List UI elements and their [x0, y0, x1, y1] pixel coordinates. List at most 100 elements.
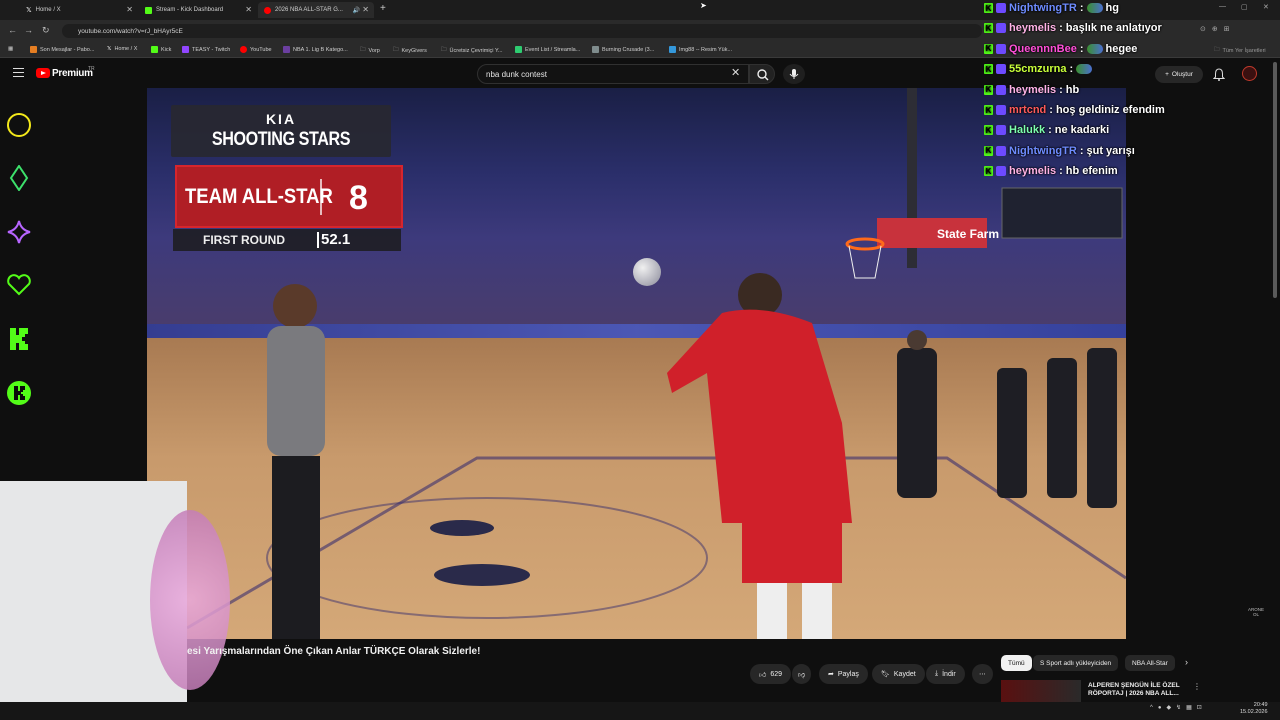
thumbs-down-icon: 👎︎	[798, 671, 806, 679]
download-button[interactable]: ⤓ İndir	[926, 664, 965, 684]
tab-youtube-video[interactable]: 2026 NBA ALL-STAR G... 🔊 ✕	[258, 2, 374, 18]
basketball	[633, 258, 661, 286]
chat-username[interactable]: NightwingTR	[1009, 2, 1077, 14]
user-badge-icon	[996, 23, 1006, 34]
chat-username[interactable]: heymelis	[1009, 165, 1056, 177]
recommended-thumbnail[interactable]	[1001, 680, 1081, 704]
apps-icon[interactable]: ▦	[8, 46, 13, 52]
chevron-right-icon[interactable]: ›	[1185, 657, 1188, 667]
bookmark-item[interactable]: Img88 -- Resim Yük...	[669, 46, 732, 53]
chat-separator: :	[1069, 63, 1074, 76]
more-actions-button[interactable]: ⋯	[972, 664, 993, 684]
chat-username[interactable]: 55cmzurna	[1009, 63, 1066, 75]
save-button[interactable]: 🔖︎ Kaydet	[872, 664, 925, 684]
url-field[interactable]: youtube.com/watch?v=rJ_bHAyr5cE	[62, 24, 982, 38]
video-player[interactable]: State Farm KIA SHOOTING STARS TEAM ALL-S…	[147, 88, 1126, 639]
chat-text: hb	[1065, 83, 1080, 96]
bookmark-item[interactable]: 🗀 Vorp	[360, 46, 380, 55]
tray-icons[interactable]: ^●◆↯▦⊡	[1150, 704, 1207, 711]
hamburger-menu-icon[interactable]	[13, 68, 24, 77]
chat-message: K NightwingTR: şut yarışı	[984, 143, 1135, 159]
kick-logo-icon	[10, 328, 28, 350]
chip-uploader[interactable]: S Sport adlı yükleyiciden	[1033, 655, 1119, 671]
more-icon: ⋯	[979, 671, 986, 678]
youtube-icon	[240, 46, 247, 53]
like-button[interactable]: 👍︎ 629	[750, 664, 792, 684]
like-count: 629	[770, 670, 783, 678]
diamond-icon	[9, 165, 29, 191]
close-icon[interactable]: ✕	[362, 5, 369, 14]
chat-text: başlık ne anlatıyor	[1065, 22, 1162, 35]
bookmark-item[interactable]: Kick	[151, 46, 171, 53]
bookmark-item[interactable]: Burning Crusade (3...	[592, 46, 654, 53]
search-query: nba dunk contest	[486, 69, 547, 79]
team-name: TEAM ALL-STAR	[185, 185, 333, 208]
user-badge-icon	[996, 105, 1006, 115]
reload-icon[interactable]: ↻	[42, 25, 50, 36]
x-icon: 𝕏	[26, 7, 32, 14]
recommended-title[interactable]: ALPEREN ŞENGÜN İLE ÖZEL RÖPORTAJ | 2026 …	[1088, 682, 1184, 698]
bookmark-favicon-icon	[283, 46, 290, 53]
chat-username[interactable]: mrtcnd	[1009, 104, 1046, 116]
chat-message: Kheymelis: hb efenim	[984, 163, 1118, 179]
chip-all[interactable]: Tümü	[1001, 655, 1032, 671]
clear-search-icon[interactable]: ✕	[731, 66, 740, 79]
bookmark-item[interactable]: 🗀 Ücretsiz Çevrimiçi Y...	[441, 46, 503, 55]
kick-badge-icon: K	[984, 105, 993, 115]
kebab-menu-icon[interactable]: ⋮	[1193, 682, 1201, 691]
score-divider	[320, 179, 322, 215]
bookmark-item[interactable]: YouTube	[240, 46, 272, 53]
cursor-icon: ➤	[700, 1, 707, 10]
close-icon[interactable]: ✕	[245, 5, 252, 14]
chat-username[interactable]: QueennnBee	[1009, 43, 1077, 55]
youtube-logo-icon[interactable]	[36, 68, 50, 78]
bookmark-item[interactable]: NBA 1. Lig B Katego...	[283, 46, 348, 53]
chat-separator: :	[1079, 144, 1084, 157]
folder-icon: 🗀	[393, 47, 399, 53]
microphone-icon	[789, 69, 799, 79]
chat-username[interactable]: heymelis	[1009, 84, 1056, 96]
kick-badge-icon: K	[984, 145, 993, 156]
bookmark-item[interactable]: Son Mesajlar - Pabo...	[30, 46, 94, 53]
tab-kick-dashboard[interactable]: Stream - Kick Dashboard ✕	[139, 2, 257, 18]
team-score-box: TEAM ALL-STAR 8	[175, 165, 403, 228]
user-badge-icon	[996, 3, 1006, 13]
youtube-brand[interactable]: Premium	[52, 68, 93, 79]
url-text: youtube.com/watch?v=rJ_bHAyr5cE	[78, 27, 183, 35]
bookmark-item[interactable]: Event List / Streamla...	[515, 46, 580, 53]
dislike-button[interactable]: 👎︎	[792, 664, 812, 684]
chat-message: K 55cmzurna:	[984, 61, 1095, 77]
clock-time: 52.1	[321, 231, 351, 248]
chat-username[interactable]: NightwingTR	[1009, 145, 1077, 157]
emote-icon	[1076, 64, 1093, 75]
chat-message: Kheymelis: başlık ne anlatıyor	[984, 20, 1162, 36]
time-divider	[317, 232, 319, 248]
chat-text: hg	[1105, 2, 1119, 14]
bookmark-item[interactable]: 𝕏 Home / X	[107, 46, 137, 52]
chat-text: hb efenim	[1065, 165, 1118, 178]
chat-text: hegee	[1105, 42, 1138, 55]
chat-text: ne kadarki	[1054, 124, 1110, 137]
region-code: TR	[88, 66, 95, 72]
chat-username[interactable]: Halukk	[1009, 124, 1045, 136]
chat-message: K NightwingTR: hg	[984, 0, 1119, 16]
new-tab-icon[interactable]: +	[380, 3, 386, 14]
kick-round-icon	[7, 381, 31, 405]
bookmark-item[interactable]: TEASY - Twitch	[182, 46, 230, 53]
bookmark-item[interactable]: 🗀 KeyGivers	[393, 46, 427, 55]
back-icon[interactable]: ←	[8, 25, 17, 35]
chat-message: K Halukk: ne kadarki	[984, 122, 1109, 138]
close-icon[interactable]: ✕	[126, 5, 133, 14]
forward-icon[interactable]: →	[24, 25, 33, 35]
voice-search-button[interactable]	[783, 64, 805, 84]
channel-watermark: ARONE OL	[1247, 607, 1264, 617]
round-box: FIRST ROUND 52.1	[173, 229, 401, 251]
chat-username[interactable]: heymelis	[1009, 22, 1056, 34]
tab-x-home[interactable]: 𝕏 Home / X ✕	[20, 2, 138, 18]
share-button[interactable]: ➦ Paylaş	[819, 664, 868, 684]
chip-nba-all-star[interactable]: NBA All-Star	[1125, 655, 1175, 671]
circle-icon	[7, 113, 31, 137]
search-button[interactable]	[749, 64, 775, 84]
kick-badge-icon: K	[984, 64, 993, 75]
search-input[interactable]: nba dunk contest	[477, 64, 749, 84]
